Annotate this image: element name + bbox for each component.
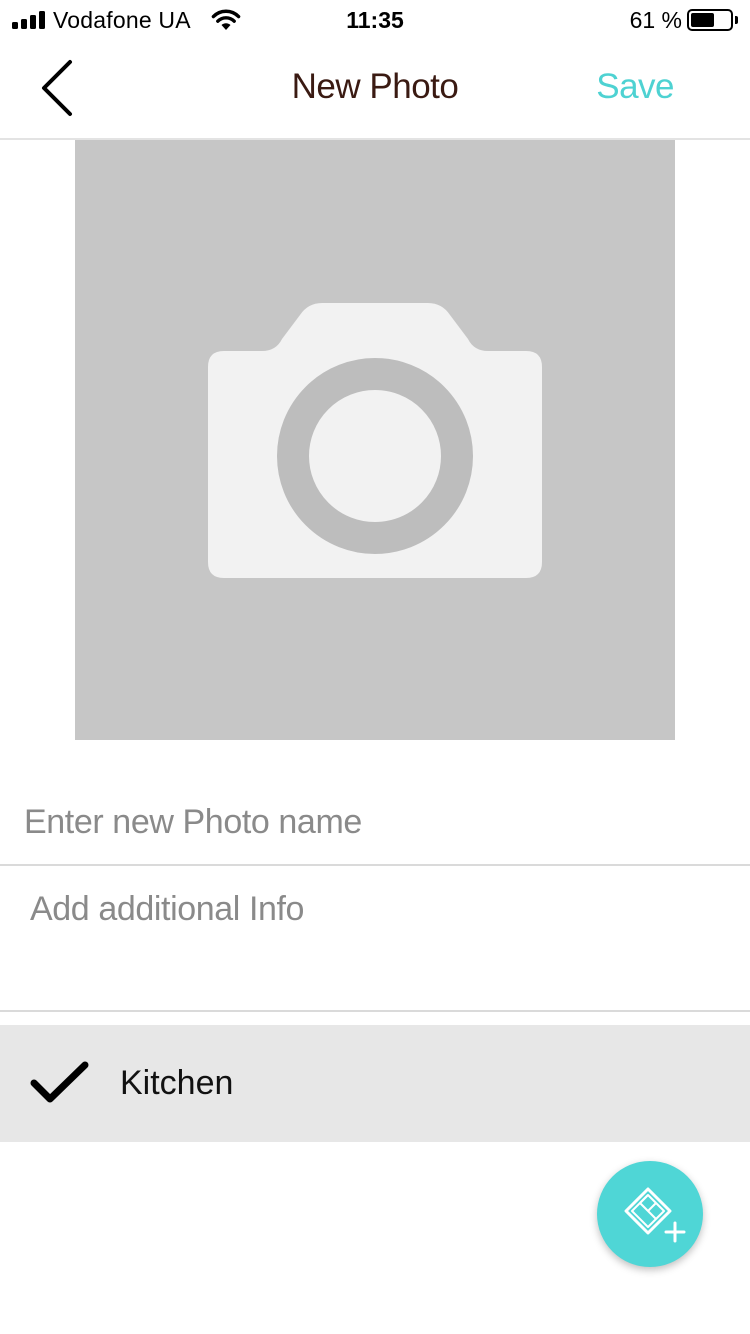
- battery-icon: [687, 9, 733, 31]
- status-bar: Vodafone UA 11:35 61 %: [0, 0, 750, 40]
- room-label: Kitchen: [120, 1064, 234, 1102]
- room-list-item-kitchen[interactable]: Kitchen: [0, 1025, 750, 1142]
- photo-name-field: [0, 784, 750, 866]
- nav-bar: New Photo Save: [0, 40, 750, 140]
- additional-info-field: [0, 866, 750, 1012]
- checkmark-icon: [30, 1061, 89, 1103]
- save-button[interactable]: Save: [596, 64, 674, 110]
- battery-percent: 61 %: [629, 7, 682, 33]
- additional-info-input[interactable]: [30, 886, 720, 996]
- add-room-icon: [624, 1187, 686, 1243]
- add-room-button[interactable]: [597, 1161, 703, 1267]
- battery-nub: [735, 16, 738, 24]
- battery-level: [691, 13, 714, 27]
- photo-placeholder[interactable]: [75, 140, 675, 740]
- camera-icon: [208, 303, 542, 578]
- photo-name-input[interactable]: [24, 794, 724, 850]
